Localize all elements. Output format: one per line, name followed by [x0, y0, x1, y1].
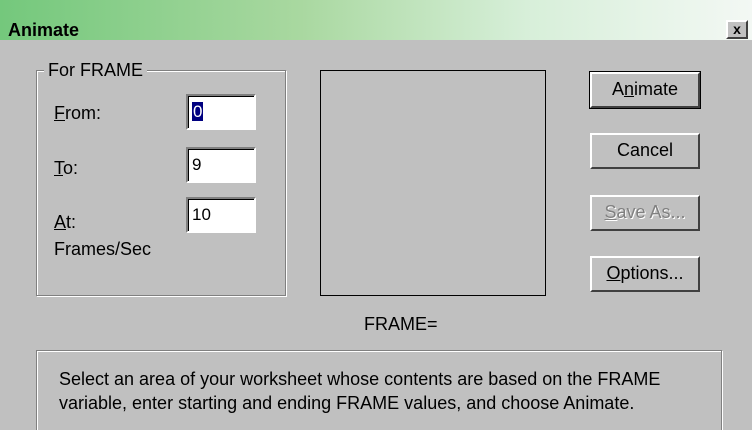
save-as-button[interactable]: Save As...	[590, 195, 700, 231]
frame-preview-area	[320, 70, 546, 296]
options-button[interactable]: Options...	[590, 256, 700, 292]
at-label: At:	[54, 212, 77, 232]
title-bar: Animate x	[0, 0, 752, 40]
from-input[interactable]: 0	[186, 94, 256, 130]
for-frame-group-label: For FRAME	[44, 60, 148, 81]
close-button[interactable]: x	[726, 20, 748, 39]
dialog-title: Animate	[8, 20, 80, 40]
animate-dialog: Animate x For FRAME From: 0 To: 9 At: 10…	[0, 0, 752, 430]
frame-value-label: FRAME=	[364, 314, 438, 334]
to-label: To:	[54, 158, 79, 178]
from-label: From:	[54, 103, 101, 123]
to-input[interactable]: 9	[186, 147, 256, 183]
cancel-button[interactable]: Cancel	[590, 133, 700, 169]
close-icon: x	[733, 21, 741, 37]
frames-per-sec-label: Frames/Sec	[54, 239, 152, 259]
animate-button[interactable]: Animate	[589, 71, 701, 109]
at-input[interactable]: 10	[186, 197, 256, 233]
instructions-text: Select an area of your worksheet whose c…	[59, 369, 661, 413]
instructions-box: Select an area of your worksheet whose c…	[36, 350, 722, 430]
